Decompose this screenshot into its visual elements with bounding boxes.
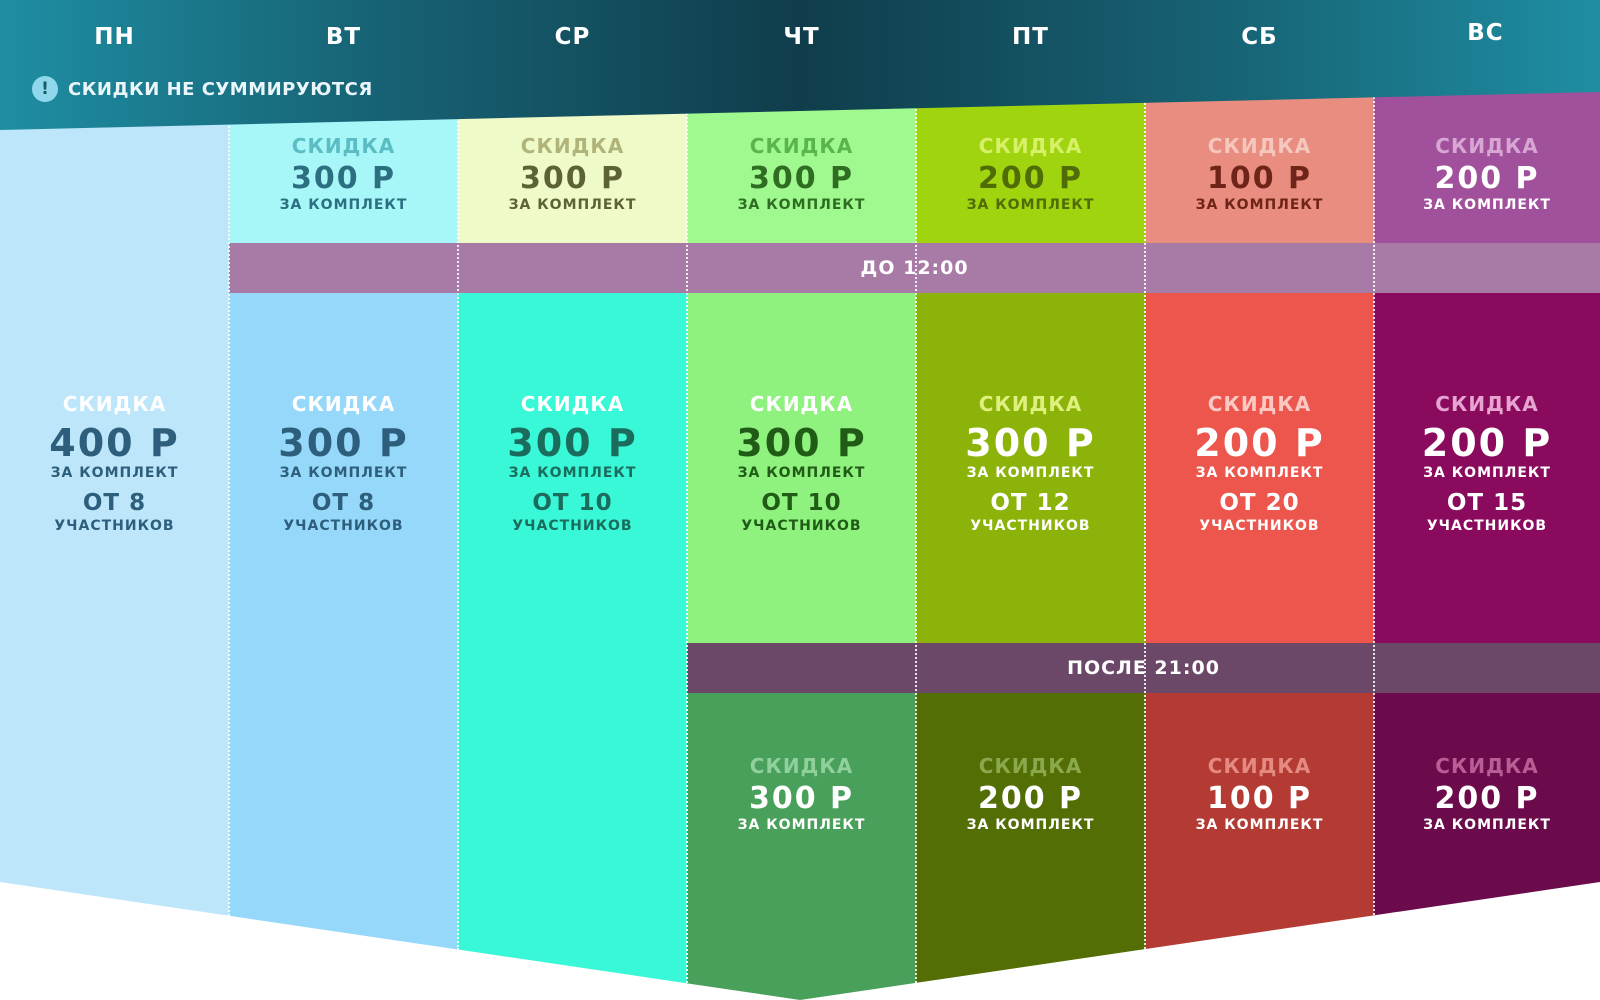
offer-evening-sun: СКИДКА 200 Р ЗА КОМПЛЕКТ [1374,756,1600,832]
offer-participants: УЧАСТНИКОВ [741,518,862,534]
offer-amount: 300 Р [748,781,855,816]
exclamation-icon: ! [32,76,58,102]
offer-label: СКИДКА [978,134,1083,158]
offer-min-group: ОТ 10 [761,490,842,516]
offer-evening-sat: СКИДКА 100 Р ЗА КОМПЛЕКТ [1145,756,1374,832]
offer-label: СКИДКА [291,392,396,416]
offer-participants: УЧАСТНИКОВ [54,518,175,534]
offer-label: СКИДКА [749,392,854,416]
offer-unit: ЗА КОМПЛЕКТ [1195,465,1324,481]
offer-label: СКИДКА [1435,134,1539,158]
day-sat: СБ [1241,24,1278,50]
offer-unit: ЗА КОМПЛЕКТ [279,465,408,481]
offer-group-wed: СКИДКА 300 Р ЗА КОМПЛЕКТ ОТ 10 УЧАСТНИКОВ [458,394,687,533]
offer-amount: 100 Р [1206,781,1313,816]
offer-min-group: ОТ 15 [1446,490,1528,516]
offer-unit: ЗА КОМПЛЕКТ [508,465,637,481]
offer-amount: 300 Р [278,421,409,465]
offer-unit: ЗА КОМПЛЕКТ [737,465,866,481]
offer-label: СКИДКА [520,134,625,158]
offer-unit: ЗА КОМПЛЕКТ [966,817,1095,833]
offer-unit: ЗА КОМПЛЕКТ [279,197,408,213]
offer-morning-sun: СКИДКА 200 Р ЗА КОМПЛЕКТ [1374,136,1600,212]
column-sun-evening [1374,693,1600,916]
offer-unit: ЗА КОМПЛЕКТ [966,465,1095,481]
offer-unit: ЗА КОМПЛЕКТ [737,197,866,213]
offer-morning-wed: СКИДКА 300 Р ЗА КОМПЛЕКТ [458,136,687,212]
offer-amount: 200 Р [977,161,1084,196]
offer-amount: 300 Р [965,421,1096,465]
offer-unit: ЗА КОМПЛЕКТ [508,197,637,213]
offer-label: СКИДКА [1207,392,1312,416]
notice-text: СКИДКИ НЕ СУММИРУЮТСЯ [68,78,373,100]
offer-morning-thu: СКИДКА 300 Р ЗА КОМПЛЕКТ [687,136,916,212]
offer-morning-tue: СКИДКА 300 Р ЗА КОМПЛЕКТ [229,136,458,212]
column-fri-evening [916,693,1145,983]
offer-amount: 200 Р [1434,781,1540,816]
offer-morning-sat: СКИДКА 100 Р ЗА КОМПЛЕКТ [1145,136,1374,212]
column-thu-evening [687,693,916,1000]
offer-amount: 300 Р [748,161,855,196]
offer-label: СКИДКА [978,392,1083,416]
offer-evening-thu: СКИДКА 300 Р ЗА КОМПЛЕКТ [687,756,916,832]
offer-unit: ЗА КОМПЛЕКТ [1423,197,1551,213]
offer-participants: УЧАСТНИКОВ [1199,518,1320,534]
offer-label: СКИДКА [1207,134,1312,158]
offer-participants: УЧАСТНИКОВ [1426,518,1548,534]
discount-schedule: ДО 12:00 ПОСЛЕ 21:00 ПН ВТ СР ЧТ ПТ СБ В… [0,0,1600,1000]
offer-amount: 300 Р [290,161,397,196]
day-mon: ПН [94,24,135,50]
offer-label: СКИДКА [749,754,854,778]
day-thu: ЧТ [783,24,820,50]
offer-amount: 300 Р [736,421,867,465]
offer-group-thu: СКИДКА 300 Р ЗА КОМПЛЕКТ ОТ 10 УЧАСТНИКОВ [687,394,916,533]
offer-unit: ЗА КОМПЛЕКТ [1195,197,1324,213]
offer-group-sun: СКИДКА 200 Р ЗА КОМПЛЕКТ ОТ 15 УЧАСТНИКОВ [1374,394,1600,533]
offer-label: СКИДКА [1435,754,1539,778]
offer-unit: ЗА КОМПЛЕКТ [737,817,866,833]
offer-min-group: ОТ 10 [532,490,613,516]
offer-group-tue: СКИДКА 300 Р ЗА КОМПЛЕКТ ОТ 8 УЧАСТНИКОВ [229,394,458,533]
notice: ! СКИДКИ НЕ СУММИРУЮТСЯ [32,76,373,102]
offer-amount: 400 Р [49,421,180,465]
offer-amount: 200 Р [1434,161,1540,196]
offer-participants: УЧАСТНИКОВ [512,518,633,534]
offer-unit: ЗА КОМПЛЕКТ [1423,465,1551,481]
offer-min-group: ОТ 8 [311,490,376,516]
offer-min-group: ОТ 12 [990,490,1071,516]
offer-morning-fri: СКИДКА 200 Р ЗА КОМПЛЕКТ [916,136,1145,212]
offer-amount: 200 Р [1421,421,1553,465]
offer-unit: ЗА КОМПЛЕКТ [966,197,1095,213]
offer-group-fri: СКИДКА 300 Р ЗА КОМПЛЕКТ ОТ 12 УЧАСТНИКОВ [916,394,1145,533]
offer-group-sat: СКИДКА 200 Р ЗА КОМПЛЕКТ ОТ 20 УЧАСТНИКОВ [1145,394,1374,533]
offer-label: СКИДКА [291,134,396,158]
offer-amount: 200 Р [1194,421,1325,465]
day-sun: ВС [1467,20,1504,46]
day-fri: ПТ [1012,24,1049,50]
day-wed: СР [554,24,591,50]
offer-participants: УЧАСТНИКОВ [283,518,404,534]
offer-participants: УЧАСТНИКОВ [970,518,1091,534]
offer-label: СКИДКА [62,392,167,416]
column-sat-evening [1145,693,1374,950]
offer-amount: 300 Р [507,421,638,465]
offer-amount: 200 Р [977,781,1084,816]
offer-amount: 100 Р [1206,161,1313,196]
offer-evening-fri: СКИДКА 200 Р ЗА КОМПЛЕКТ [916,756,1145,832]
offer-label: СКИДКА [749,134,854,158]
offer-unit: ЗА КОМПЛЕКТ [50,465,179,481]
day-tue: ВТ [325,24,362,50]
offer-min-group: ОТ 8 [82,490,147,516]
offer-unit: ЗА КОМПЛЕКТ [1195,817,1324,833]
offer-label: СКИДКА [1207,754,1312,778]
offer-unit: ЗА КОМПЛЕКТ [1423,817,1551,833]
offer-group-mon: СКИДКА 400 Р ЗА КОМПЛЕКТ ОТ 8 УЧАСТНИКОВ [0,394,229,533]
offer-label: СКИДКА [520,392,625,416]
offer-min-group: ОТ 20 [1219,490,1300,516]
offer-amount: 300 Р [519,161,626,196]
offer-label: СКИДКА [1435,392,1539,416]
offer-label: СКИДКА [978,754,1083,778]
